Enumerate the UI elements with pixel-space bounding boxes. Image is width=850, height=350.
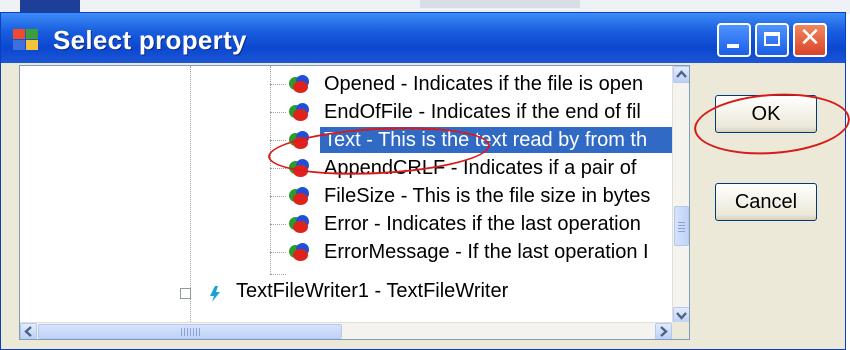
window-title: Select property [53,25,247,55]
property-icon [288,214,312,234]
close-icon: ✕ [799,23,821,53]
property-icon [288,186,312,206]
property-icon [288,74,312,94]
tree-line [270,66,271,274]
property-icon [288,158,312,178]
tree-item-label: FileSize - This is the file size in byte… [324,185,651,207]
tree-item-opened[interactable]: Opened - Indicates if the file is open [272,70,684,98]
property-tree[interactable]: Opened - Indicates if the file is open E… [19,65,690,340]
scroll-left-button[interactable] [20,323,37,339]
scroll-right-button[interactable] [655,323,672,339]
tree-item-label: ErrorMessage - If the last operation I [324,241,649,263]
text-writer-icon [204,284,226,304]
maximize-button[interactable] [755,23,789,57]
maximize-icon [764,32,780,46]
title-bar[interactable]: Select property ✕ [1,13,845,63]
horizontal-scroll-thumb[interactable] [38,324,342,339]
app-icon [13,29,39,51]
scrollbar-corner [672,322,689,339]
dialog-body: Opened - Indicates if the file is open E… [1,63,845,349]
tree-item-filesize[interactable]: FileSize - This is the file size in byte… [272,182,684,210]
property-icon [288,102,312,122]
vertical-scroll-thumb[interactable] [674,206,689,246]
minimize-button[interactable] [717,23,751,57]
select-property-dialog: Select property ✕ Opened - Indicates if … [0,12,846,350]
background-window-fragment [420,0,580,8]
vertical-scrollbar[interactable] [672,66,689,324]
cancel-button[interactable]: Cancel [715,183,817,221]
horizontal-scrollbar[interactable] [20,322,672,339]
minimize-icon [727,44,739,48]
tree-line [270,274,286,275]
tree-item-appendcrlf[interactable]: AppendCRLF - Indicates if a pair of [272,154,684,182]
tree-item-label: Opened - Indicates if the file is open [324,73,644,95]
expand-icon[interactable] [180,288,191,299]
tree-item-textfilewriter[interactable]: TextFileWriter1 - TextFileWriter [180,280,620,312]
tree-item-text[interactable]: Text - This is the text read by from th [272,126,689,154]
tree-item-label: Error - Indicates if the last operation [324,213,641,235]
tree-item-errormessage[interactable]: ErrorMessage - If the last operation I [272,238,684,266]
property-icon [288,130,312,150]
tree-item-endoffile[interactable]: EndOfFile - Indicates if the end of fil [272,98,684,126]
tree-item-error[interactable]: Error - Indicates if the last operation [272,210,684,238]
tree-item-label: EndOfFile - Indicates if the end of fil [324,101,641,123]
close-button[interactable]: ✕ [793,23,827,57]
background-window-fragment [20,0,80,12]
property-icon [288,242,312,262]
tree-item-label: TextFileWriter1 - TextFileWriter [236,280,509,302]
tree-item-label: AppendCRLF - Indicates if a pair of [324,157,637,179]
tree-item-label: Text - This is the text read by from th [320,127,689,153]
scroll-up-button[interactable] [673,66,689,83]
ok-button[interactable]: OK [715,95,817,133]
